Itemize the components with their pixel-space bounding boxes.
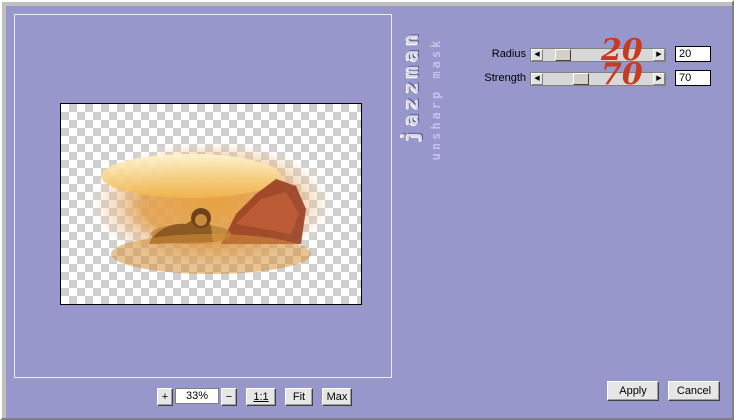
apply-button[interactable]: Apply xyxy=(607,381,659,401)
strength-decrease-arrow[interactable]: ◀ xyxy=(531,73,543,85)
preview-canvas[interactable] xyxy=(60,103,362,305)
preview-panel xyxy=(14,14,392,378)
zoom-fit-button[interactable]: Fit xyxy=(285,388,313,406)
zoom-1to1-label: 1:1 xyxy=(253,391,269,403)
strength-slider[interactable]: ◀ ▶ 70 xyxy=(530,57,666,92)
strength-value-field[interactable]: 70 xyxy=(675,70,711,86)
brand-logo: jazzman unsharp mask xyxy=(396,12,456,182)
radius-slider-thumb[interactable] xyxy=(555,49,571,61)
cancel-label: Cancel xyxy=(676,385,712,397)
radius-value-field[interactable]: 20 xyxy=(675,46,711,62)
zoom-level-field[interactable]: 33% xyxy=(175,388,219,404)
preview-image xyxy=(86,139,336,274)
apply-label: Apply xyxy=(619,385,647,397)
brand-main-text: jazzman xyxy=(399,29,423,143)
cancel-button[interactable]: Cancel xyxy=(668,381,720,401)
strength-label: Strength xyxy=(484,72,526,84)
brand-sub-text: unsharp mask xyxy=(429,37,443,161)
zoom-out-button[interactable]: − xyxy=(221,388,237,406)
radius-decrease-arrow[interactable]: ◀ xyxy=(531,49,543,61)
zoom-in-button[interactable]: + xyxy=(157,388,173,406)
radius-label: Radius xyxy=(491,48,526,60)
zoom-fit-label: Fit xyxy=(292,391,306,403)
strength-label-wrap: Strength xyxy=(470,71,526,87)
dialog-frame: jazzman unsharp mask xyxy=(0,0,734,420)
strength-increase-arrow[interactable]: ▶ xyxy=(653,73,665,85)
radius-slider[interactable]: ◀ ▶ 20 xyxy=(530,33,666,68)
radius-increase-arrow[interactable]: ▶ xyxy=(653,49,665,61)
zoom-1to1-button[interactable]: 1:1 xyxy=(246,388,276,406)
zoom-max-button[interactable]: Max xyxy=(322,388,352,406)
radius-label-wrap: Radius xyxy=(470,47,526,63)
zoom-max-label: Max xyxy=(326,391,348,403)
strength-slider-thumb[interactable] xyxy=(573,73,589,85)
dialog-client-area: jazzman unsharp mask xyxy=(6,6,732,418)
